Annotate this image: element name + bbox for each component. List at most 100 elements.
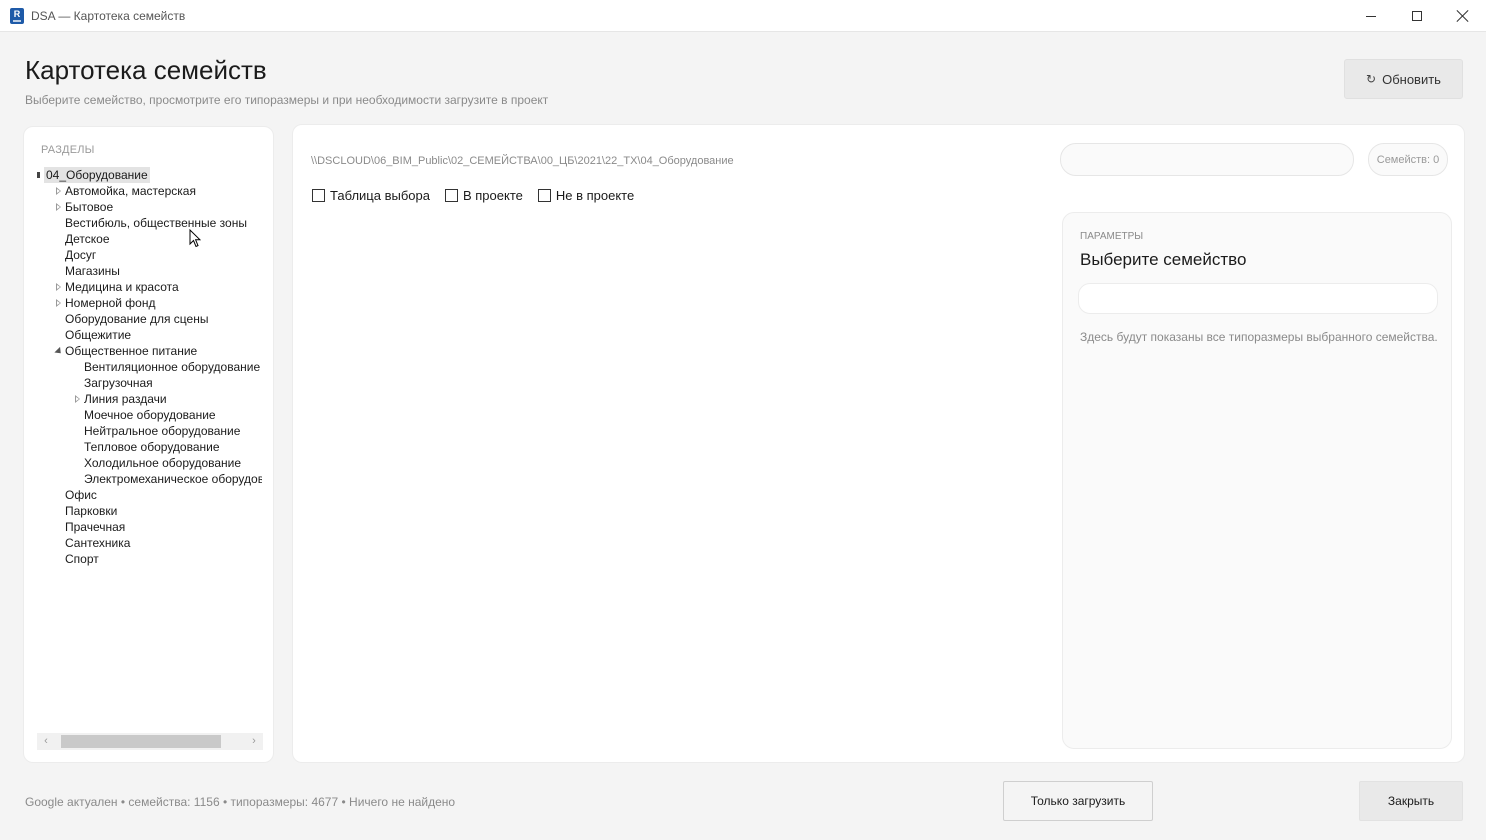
- tree-expand-arrow-icon[interactable]: [55, 199, 63, 215]
- tree-item-label: Сантехника: [65, 536, 131, 550]
- sections-panel: РАЗДЕЛЫ 04_Оборудование Автомойка, мастер…: [23, 126, 274, 763]
- tree-item-label: Прачечная: [65, 520, 126, 534]
- tree-item[interactable]: Номерной фонд: [56, 295, 156, 311]
- tree-expand-arrow-icon[interactable]: [55, 279, 63, 295]
- tree-item-label: Досуг: [65, 248, 97, 262]
- window-titlebar: R DSA — Картотека семейств: [0, 0, 1486, 32]
- tree-item[interactable]: Детское: [65, 231, 110, 247]
- close-icon: [1457, 10, 1469, 22]
- minimize-icon: [1366, 15, 1376, 17]
- tree-item-label: Моечное оборудование: [84, 408, 216, 422]
- parameters-title: Выберите семейство: [1080, 250, 1247, 269]
- tree-item[interactable]: Вентиляционное оборудование: [84, 359, 260, 375]
- parameters-hint: Здесь будут показаны все типоразмеры выб…: [1080, 330, 1438, 344]
- filter-selection-table[interactable]: Таблица выбора: [312, 187, 430, 203]
- tree-item[interactable]: Общественное питание: [54, 343, 198, 359]
- tree-item-label: Бытовое: [65, 200, 114, 214]
- minimize-button[interactable]: [1348, 0, 1394, 32]
- sections-tree: 04_Оборудование Автомойка, мастерская Быто…: [24, 167, 262, 737]
- tree-item[interactable]: Досуг: [65, 247, 96, 263]
- tree-item[interactable]: Вестибюль, общественные зоны: [65, 215, 247, 231]
- tree-item[interactable]: Нейтральное оборудование: [84, 423, 240, 439]
- status-bar-text: Google актуален • семейства: 1156 • типо…: [25, 795, 456, 809]
- tree-item[interactable]: Бытовое: [56, 199, 114, 215]
- tree-item[interactable]: Электромеханическое оборудование: [84, 471, 262, 487]
- tree-item-label: Номерной фонд: [65, 296, 156, 310]
- refresh-button-label: Обновить: [1382, 71, 1441, 87]
- families-panel: \\DSCLOUD\06_BIM_Public\02_СЕМЕЙСТВА\00_…: [292, 124, 1465, 763]
- families-count-badge: Семейств: 0: [1368, 143, 1448, 176]
- close-button[interactable]: Закрыть: [1359, 781, 1463, 821]
- tree-horizontal-scrollbar[interactable]: ‹ ›: [37, 733, 263, 750]
- tree-item-label: Общественное питание: [65, 344, 198, 358]
- tree-item-label: Медицина и красота: [65, 280, 179, 294]
- mouse-cursor-icon: [189, 229, 201, 248]
- tree-item[interactable]: Оборудование для сцены: [65, 311, 208, 327]
- page-title: Картотека семейств: [25, 55, 267, 85]
- search-input[interactable]: [1060, 143, 1354, 176]
- tree-item-label: Загрузочная: [84, 376, 153, 390]
- refresh-button[interactable]: ↻ Обновить: [1344, 59, 1463, 99]
- tree-item-label: Холодильное оборудование: [84, 456, 242, 470]
- tree-item[interactable]: Прачечная: [65, 519, 125, 535]
- tree-item-label: Общежитие: [65, 328, 132, 342]
- tree-item[interactable]: Холодильное оборудование: [84, 455, 241, 471]
- folder-path: \\DSCLOUD\06_BIM_Public\02_СЕМЕЙСТВА\00_…: [311, 155, 734, 167]
- tree-item-label: Автомойка, мастерская: [65, 184, 196, 198]
- maximize-icon: [1412, 11, 1422, 21]
- tree-item-label: Детское: [65, 232, 110, 246]
- tree-item-label: Офис: [65, 488, 97, 502]
- tree-item[interactable]: Линия раздачи: [75, 391, 167, 407]
- tree-expand-arrow-icon[interactable]: [74, 391, 82, 407]
- tree-item-label: Вентиляционное оборудование: [84, 360, 261, 374]
- tree-item[interactable]: Автомойка, мастерская: [56, 183, 196, 199]
- tree-item[interactable]: Сантехника: [65, 535, 130, 551]
- scroll-left-arrow-icon[interactable]: ‹: [39, 733, 53, 750]
- tree-item-label: 04_Оборудование: [44, 167, 150, 183]
- tree-item[interactable]: Общежитие: [65, 327, 131, 343]
- tree-expand-arrow-icon[interactable]: [55, 183, 63, 199]
- parameters-panel: ПАРАМЕТРЫ Выберите семейство Здесь будут…: [1062, 212, 1452, 749]
- window-close-button[interactable]: [1440, 0, 1486, 32]
- tree-item[interactable]: Офис: [65, 487, 97, 503]
- filter-label: Не в проекте: [555, 187, 635, 203]
- tree-collapse-arrow-icon[interactable]: [54, 343, 64, 359]
- filter-bar: Таблица выбора В проекте Не в проекте: [312, 187, 649, 203]
- sections-label: РАЗДЕЛЫ: [41, 144, 95, 156]
- filter-label: Таблица выбора: [330, 187, 430, 203]
- tree-item[interactable]: Моечное оборудование: [84, 407, 216, 423]
- tree-item[interactable]: Парковки: [65, 503, 117, 519]
- tree-item[interactable]: Загрузочная: [84, 375, 153, 391]
- tree-item-label: Линия раздачи: [84, 392, 167, 406]
- tree-node-marker-icon[interactable]: [36, 167, 44, 183]
- tree-item-label: Вестибюль, общественные зоны: [65, 216, 247, 230]
- tree-expand-arrow-icon[interactable]: [55, 295, 63, 311]
- filter-in-project[interactable]: В проекте: [444, 187, 523, 203]
- selection-table-checkbox[interactable]: [312, 188, 325, 202]
- type-search-input[interactable]: [1078, 283, 1438, 314]
- tree-item[interactable]: 04_Оборудование: [37, 167, 150, 183]
- maximize-button[interactable]: [1394, 0, 1440, 32]
- tree-item[interactable]: Тепловое оборудование: [84, 439, 220, 455]
- tree-item-label: Нейтральное оборудование: [84, 424, 241, 438]
- tree-item[interactable]: Магазины: [65, 263, 120, 279]
- scroll-right-arrow-icon[interactable]: ›: [247, 733, 261, 750]
- scrollbar-thumb[interactable]: [61, 735, 221, 748]
- tree-item-label: Оборудование для сцены: [65, 312, 209, 326]
- tree-item-label: Парковки: [65, 504, 118, 518]
- filter-not-in-project[interactable]: Не в проекте: [537, 187, 635, 203]
- tree-item-label: Тепловое оборудование: [84, 440, 220, 454]
- in-project-checkbox[interactable]: [444, 188, 458, 202]
- load-only-button[interactable]: Только загрузить: [1003, 781, 1153, 821]
- tree-item[interactable]: Спорт: [65, 551, 99, 567]
- app-logo-icon: R: [10, 8, 24, 24]
- tree-item-label: Электромеханическое оборудование: [84, 472, 262, 486]
- tree-item[interactable]: Медицина и красота: [56, 279, 179, 295]
- not-in-project-checkbox[interactable]: [537, 188, 551, 202]
- app-logo-letter: R: [13, 9, 21, 19]
- filter-label: В проекте: [462, 187, 523, 203]
- refresh-icon: ↻: [1366, 72, 1377, 86]
- tree-item-label: Спорт: [65, 552, 99, 566]
- parameters-label: ПАРАМЕТРЫ: [1080, 231, 1144, 242]
- page-subtitle: Выберите семейство, просмотрите его типо…: [25, 93, 549, 107]
